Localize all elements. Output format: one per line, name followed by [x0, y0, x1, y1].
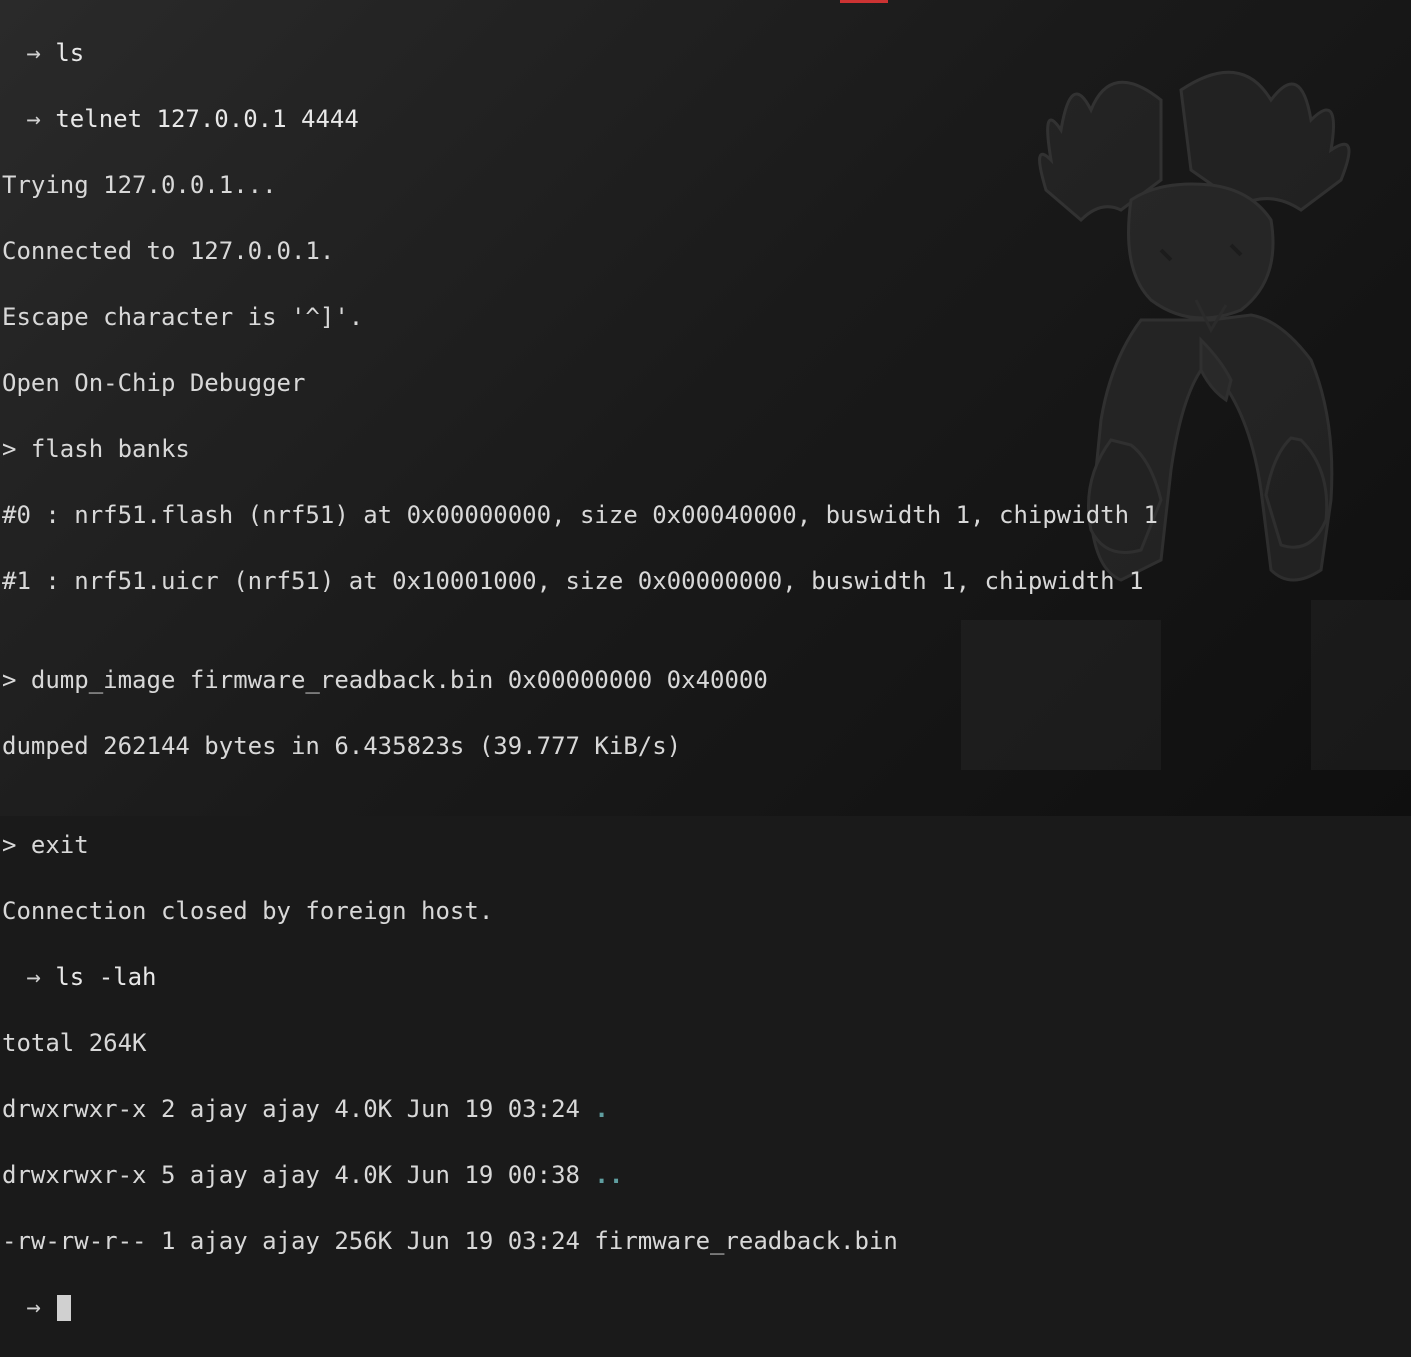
terminal-output-area[interactable]: → ls → telnet 127.0.0.1 4444 Trying 127.…	[0, 0, 1411, 816]
terminal-output-line: Escape character is '^]'.	[0, 301, 1411, 334]
ls-entry-prefix: drwxrwxr-x 2 ajay ajay 4.0K Jun 19 03:24	[2, 1095, 594, 1123]
command-text: ls -lah	[55, 963, 156, 991]
terminal-output-line: Connection closed by foreign host.	[0, 895, 1411, 928]
ls-dir-current: .	[594, 1095, 608, 1123]
terminal-cursor[interactable]	[57, 1295, 71, 1321]
terminal-output-line: dumped 262144 bytes in 6.435823s (39.777…	[0, 730, 1411, 763]
prompt-arrow-icon: →	[2, 39, 55, 67]
terminal-output-line: Open On-Chip Debugger	[0, 367, 1411, 400]
terminal-output-line: #1 : nrf51.uicr (nrf51) at 0x10001000, s…	[0, 565, 1411, 598]
ls-entry-file: -rw-rw-r-- 1 ajay ajay 256K Jun 19 03:24…	[0, 1225, 1411, 1258]
terminal-output-line: Trying 127.0.0.1...	[0, 169, 1411, 202]
terminal-output-line: > dump_image firmware_readback.bin 0x000…	[0, 664, 1411, 697]
terminal-output-line: total 264K	[0, 1027, 1411, 1060]
ls-dir-parent: ..	[594, 1161, 623, 1189]
ls-entry-prefix: drwxrwxr-x 5 ajay ajay 4.0K Jun 19 00:38	[2, 1161, 594, 1189]
terminal-output-line: Connected to 127.0.0.1.	[0, 235, 1411, 268]
terminal-output-line: > flash banks	[0, 433, 1411, 466]
prompt-arrow-icon: →	[2, 1293, 55, 1321]
prompt-arrow-icon: →	[2, 105, 55, 133]
terminal-output-line: > exit	[0, 829, 1411, 862]
command-text: telnet 127.0.0.1 4444	[55, 105, 358, 133]
window-top-indicator	[840, 0, 888, 3]
prompt-arrow-icon: →	[2, 963, 55, 991]
terminal-output-line: #0 : nrf51.flash (nrf51) at 0x00000000, …	[0, 499, 1411, 532]
command-text: ls	[55, 39, 84, 67]
